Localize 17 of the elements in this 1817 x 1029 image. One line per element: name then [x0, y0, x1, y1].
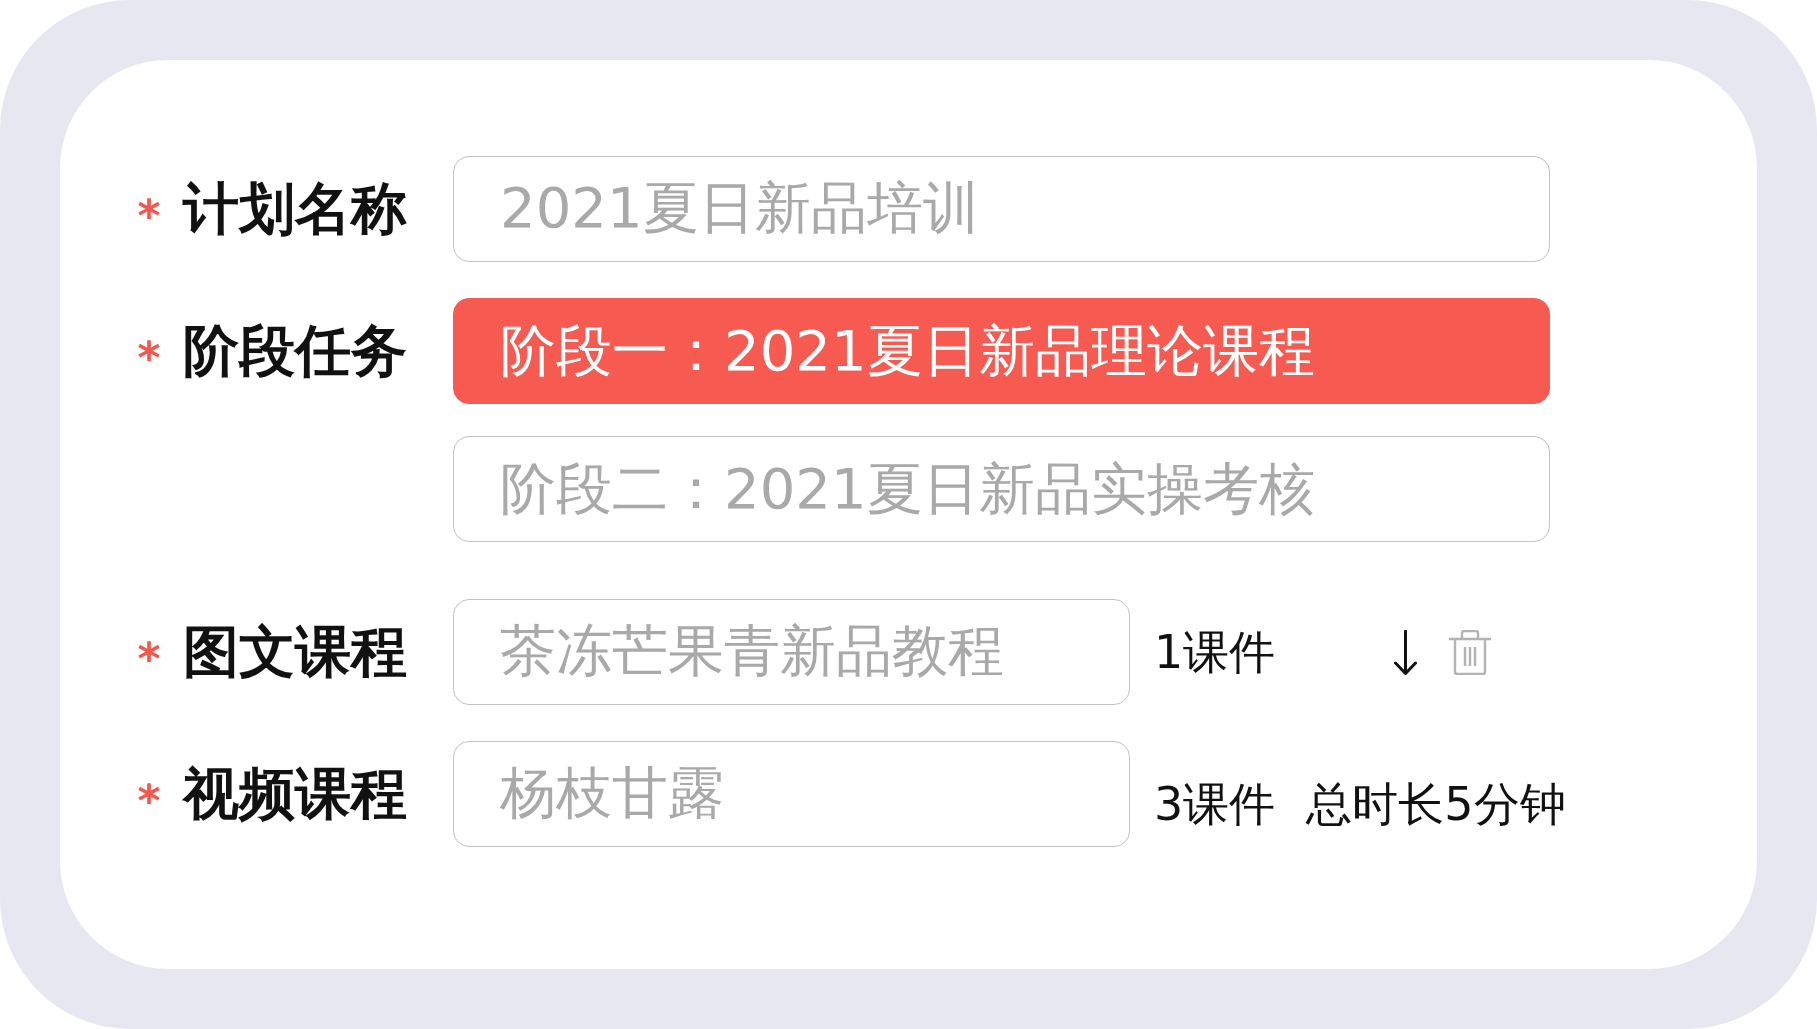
field-label: 图文课程 — [183, 621, 407, 683]
required-mark: * — [137, 336, 161, 380]
stage-item[interactable]: 阶段二：2021夏日新品实操考核 — [453, 436, 1550, 542]
required-mark: * — [137, 779, 161, 823]
text-field[interactable]: 2021夏日新品培训 — [453, 156, 1550, 262]
field-label: 计划名称 — [183, 178, 407, 240]
courseware-count: 1课件 — [1154, 626, 1276, 678]
course-field[interactable]: 茶冻芒果青新品教程 — [453, 599, 1130, 705]
course-field[interactable]: 杨枝甘露 — [453, 741, 1130, 847]
field-label: 阶段任务 — [183, 320, 407, 382]
required-mark: * — [137, 637, 161, 681]
field-label: 视频课程 — [183, 763, 407, 825]
required-mark: * — [137, 194, 161, 238]
stage-item[interactable]: 阶段一：2021夏日新品理论课程 — [453, 298, 1550, 404]
total-duration: 总时长5分钟 — [1306, 778, 1566, 830]
courseware-count: 3课件 — [1154, 778, 1276, 830]
down-arrow-icon[interactable] — [1394, 629, 1418, 675]
